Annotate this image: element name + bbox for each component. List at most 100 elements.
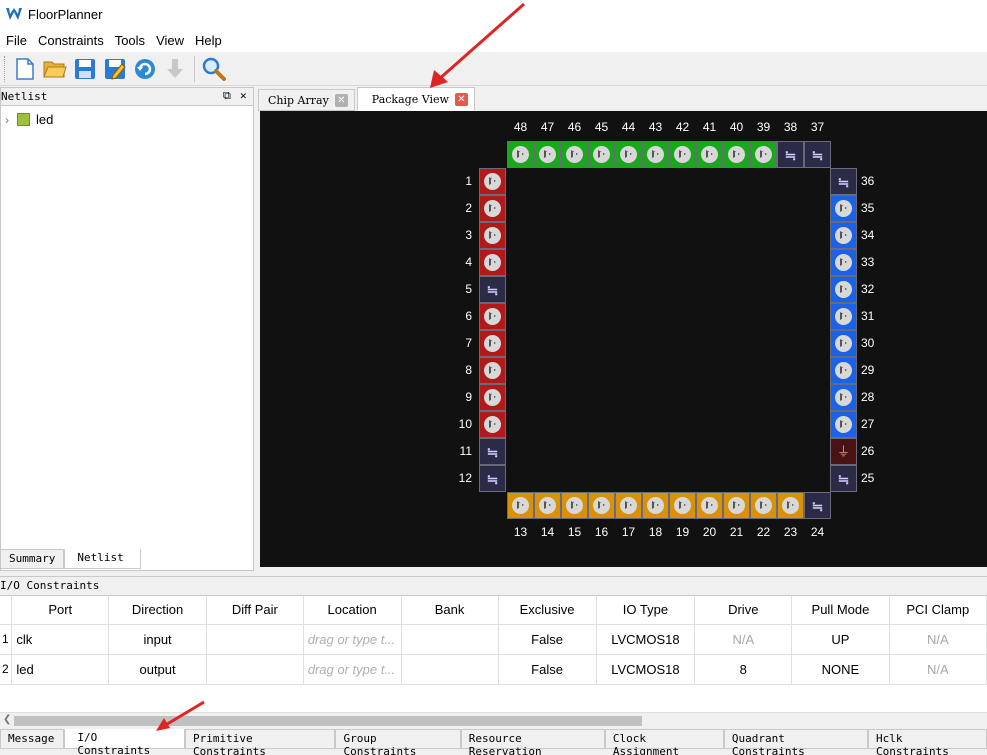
- pin-24[interactable]: ≒: [804, 492, 831, 519]
- cell-io-type[interactable]: LVCMOS18: [596, 624, 696, 655]
- column-header-bank[interactable]: Bank: [401, 596, 499, 625]
- table-row[interactable]: 2 led output drag or type t... False LVC…: [0, 654, 987, 685]
- toolbar-grip[interactable]: [4, 55, 7, 82]
- pin-7[interactable]: [479, 330, 506, 357]
- save-button[interactable]: [72, 56, 98, 82]
- cell-port[interactable]: clk: [11, 624, 110, 655]
- cell-exclusive[interactable]: False: [498, 654, 597, 685]
- cell-bank[interactable]: [401, 654, 499, 685]
- menu-tools[interactable]: Tools: [109, 33, 150, 48]
- pin-16[interactable]: [588, 492, 615, 519]
- pin-48[interactable]: [507, 141, 534, 168]
- tab-message[interactable]: Message: [0, 729, 65, 749]
- column-header-port[interactable]: Port: [11, 596, 110, 625]
- cell-pci-clamp[interactable]: N/A: [889, 654, 987, 685]
- pin-26[interactable]: ⏚: [830, 438, 857, 465]
- pin-36[interactable]: ≒: [830, 168, 857, 195]
- pin-1[interactable]: [479, 168, 506, 195]
- cell-bank[interactable]: [401, 624, 499, 655]
- pin-5[interactable]: ≒: [479, 276, 506, 303]
- cell-location[interactable]: drag or type t...: [303, 654, 402, 685]
- zoom-button[interactable]: [201, 56, 227, 82]
- pin-34[interactable]: [830, 222, 857, 249]
- cell-io-type[interactable]: LVCMOS18: [596, 654, 696, 685]
- tab-clock-assignment[interactable]: Clock Assignment: [604, 729, 724, 755]
- table-row[interactable]: 1 clk input drag or type t... False LVCM…: [0, 624, 987, 655]
- cell-direction[interactable]: output: [108, 654, 208, 685]
- pin-38[interactable]: ≒: [777, 141, 804, 168]
- tab-summary[interactable]: Summary: [0, 549, 65, 569]
- tab-hclk-constraints[interactable]: Hclk Constraints: [868, 729, 987, 755]
- cell-diff-pair[interactable]: [206, 654, 304, 685]
- tab-group-constraints[interactable]: Group Constraints: [335, 729, 461, 755]
- cell-drive[interactable]: 8: [694, 654, 793, 685]
- pin-43[interactable]: [642, 141, 669, 168]
- menu-constraints[interactable]: Constraints: [32, 33, 109, 48]
- pin-8[interactable]: [479, 357, 506, 384]
- pin-23[interactable]: [777, 492, 804, 519]
- pin-19[interactable]: [669, 492, 696, 519]
- cell-pci-clamp[interactable]: N/A: [889, 624, 987, 655]
- package-view-canvas[interactable]: 48 47 46 45 44 43 42 41 40 39 ≒ 38 ≒ 37 13 14 15 16 17 18 19…: [260, 111, 987, 567]
- pin-47[interactable]: [534, 141, 561, 168]
- column-header-exclusive[interactable]: Exclusive: [498, 596, 597, 625]
- pin-21[interactable]: [723, 492, 750, 519]
- open-button[interactable]: [42, 56, 68, 82]
- pin-37[interactable]: ≒: [804, 141, 831, 168]
- horizontal-scrollbar[interactable]: ❮: [0, 712, 987, 728]
- pin-9[interactable]: [479, 384, 506, 411]
- pin-29[interactable]: [830, 357, 857, 384]
- pin-4[interactable]: [479, 249, 506, 276]
- new-file-button[interactable]: [12, 56, 38, 82]
- pin-33[interactable]: [830, 249, 857, 276]
- pin-6[interactable]: [479, 303, 506, 330]
- pin-3[interactable]: [479, 222, 506, 249]
- pin-28[interactable]: [830, 384, 857, 411]
- close-tab-icon[interactable]: ✕: [334, 93, 348, 107]
- pin-45[interactable]: [588, 141, 615, 168]
- pin-30[interactable]: [830, 330, 857, 357]
- column-header-pci-clamp[interactable]: PCI Clamp: [889, 596, 987, 625]
- pin-14[interactable]: [534, 492, 561, 519]
- save-as-button[interactable]: [102, 56, 128, 82]
- column-header-direction[interactable]: Direction: [108, 596, 208, 625]
- cell-drive[interactable]: N/A: [694, 624, 793, 655]
- pin-25[interactable]: ≒: [830, 465, 857, 492]
- scroll-left-icon[interactable]: ❮: [3, 714, 11, 725]
- pin-13[interactable]: [507, 492, 534, 519]
- pin-18[interactable]: [642, 492, 669, 519]
- pin-39[interactable]: [750, 141, 777, 168]
- tab-chip-array[interactable]: Chip Array ✕: [258, 89, 355, 111]
- pin-11[interactable]: ≒: [479, 438, 506, 465]
- pin-44[interactable]: [615, 141, 642, 168]
- download-button[interactable]: [162, 56, 188, 82]
- pin-20[interactable]: [696, 492, 723, 519]
- chevron-right-icon[interactable]: ›: [5, 113, 9, 127]
- column-header-diff-pair[interactable]: Diff Pair: [206, 596, 304, 625]
- pin-17[interactable]: [615, 492, 642, 519]
- column-header-pull-mode[interactable]: Pull Mode: [791, 596, 890, 625]
- pin-27[interactable]: [830, 411, 857, 438]
- cell-exclusive[interactable]: False: [498, 624, 597, 655]
- close-tab-icon[interactable]: ✕: [454, 92, 468, 106]
- pin-31[interactable]: [830, 303, 857, 330]
- pin-40[interactable]: [723, 141, 750, 168]
- cell-pull-mode[interactable]: UP: [791, 624, 890, 655]
- menu-help[interactable]: Help: [189, 33, 227, 48]
- pin-12[interactable]: ≒: [479, 465, 506, 492]
- pin-15[interactable]: [561, 492, 588, 519]
- scrollbar-thumb[interactable]: [14, 716, 642, 726]
- pin-22[interactable]: [750, 492, 777, 519]
- float-icon[interactable]: ⧉: [223, 89, 231, 103]
- column-header-io-type[interactable]: IO Type: [596, 596, 696, 625]
- refresh-button[interactable]: [132, 56, 158, 82]
- pin-2[interactable]: [479, 195, 506, 222]
- tab-quadrant-constraints[interactable]: Quadrant Constraints: [723, 729, 869, 755]
- menu-view[interactable]: View: [150, 33, 189, 48]
- menu-file[interactable]: File: [0, 33, 32, 48]
- column-header-drive[interactable]: Drive: [694, 596, 793, 625]
- cell-port[interactable]: led: [11, 654, 110, 685]
- pin-35[interactable]: [830, 195, 857, 222]
- pin-10[interactable]: [479, 411, 506, 438]
- cell-location[interactable]: drag or type t...: [303, 624, 402, 655]
